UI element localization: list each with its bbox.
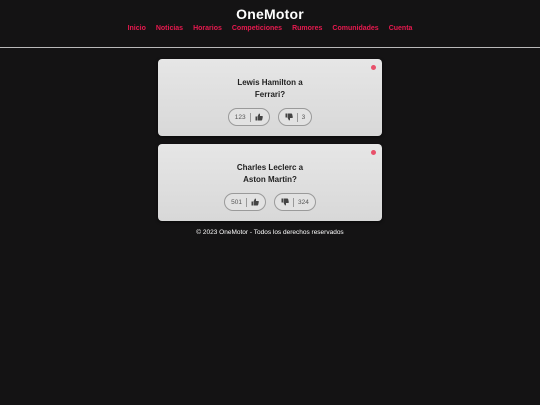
- like-count: 501: [231, 198, 242, 206]
- thumbs-down-icon: [281, 198, 289, 206]
- status-dot: [371, 65, 376, 70]
- vote-buttons: 501 324: [158, 193, 382, 211]
- poll-question-line: Aston Martin?: [243, 175, 297, 184]
- nav-competiciones[interactable]: Competiciones: [232, 25, 282, 32]
- thumbs-down-icon: [285, 113, 293, 121]
- poll-list: Lewis Hamilton a Ferrari? 123 3 Charles …: [158, 59, 382, 236]
- poll-question: Lewis Hamilton a Ferrari?: [158, 77, 382, 101]
- nav-noticias[interactable]: Noticias: [156, 25, 183, 32]
- poll-card: Charles Leclerc a Aston Martin? 501 324: [158, 144, 382, 221]
- nav-rumores[interactable]: Rumores: [292, 25, 322, 32]
- nav-inicio[interactable]: Inicio: [128, 25, 146, 32]
- site-header: OneMotor Inicio Noticias Horarios Compet…: [0, 0, 540, 48]
- site-footer: © 2023 OneMotor - Todos los derechos res…: [196, 229, 344, 236]
- dislike-count: 324: [298, 198, 309, 206]
- poll-question-line: Lewis Hamilton a: [237, 78, 303, 87]
- poll-card: Lewis Hamilton a Ferrari? 123 3: [158, 59, 382, 136]
- status-dot: [371, 150, 376, 155]
- site-title[interactable]: OneMotor: [0, 6, 540, 22]
- nav-cuenta[interactable]: Cuenta: [389, 25, 413, 32]
- thumbs-up-icon: [255, 113, 263, 121]
- divider: [296, 112, 298, 122]
- dislike-button[interactable]: 324: [274, 193, 316, 211]
- poll-question-line: Charles Leclerc a: [236, 163, 304, 172]
- divider: [246, 197, 247, 207]
- divider: [293, 197, 294, 207]
- poll-question: Charles Leclerc a Aston Martin?: [158, 162, 382, 186]
- like-button[interactable]: 123: [227, 108, 270, 126]
- vote-buttons: 123 3: [158, 108, 382, 126]
- thumbs-up-icon: [251, 198, 259, 206]
- nav-comunidades[interactable]: Comunidades: [332, 25, 378, 32]
- dislike-count: 3: [301, 113, 306, 121]
- like-button[interactable]: 501: [224, 193, 266, 211]
- like-count: 123: [234, 113, 246, 121]
- poll-question-line: Ferrari?: [254, 90, 286, 99]
- main-nav: Inicio Noticias Horarios Competiciones R…: [0, 25, 540, 32]
- nav-horarios[interactable]: Horarios: [193, 25, 222, 32]
- dislike-button[interactable]: 3: [277, 108, 313, 126]
- divider: [249, 112, 251, 122]
